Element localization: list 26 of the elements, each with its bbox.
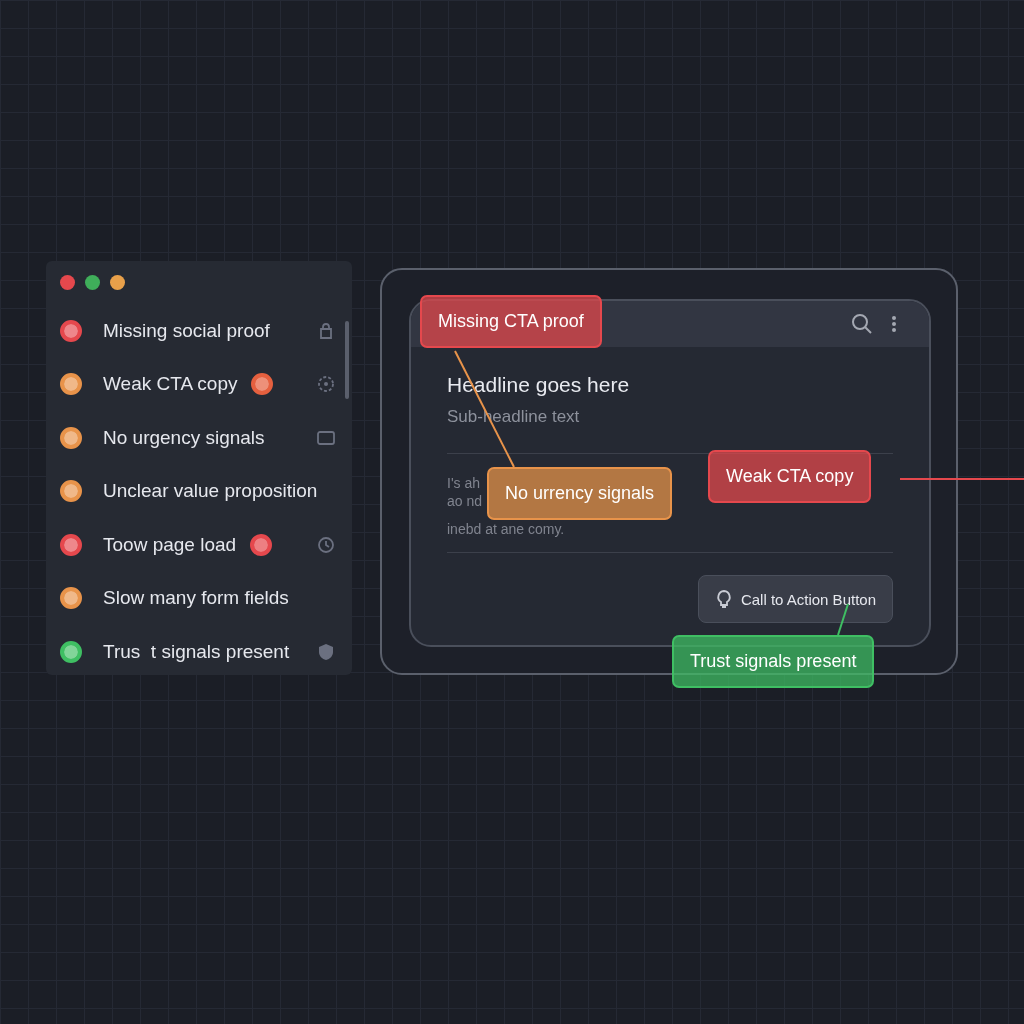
maximize-button[interactable] bbox=[85, 275, 100, 290]
annotation-label: No urrency signals bbox=[487, 467, 673, 520]
minimize-button[interactable] bbox=[110, 275, 125, 290]
annotation-label: Weak CTA copy bbox=[708, 450, 872, 503]
annotation-label: Trust signals present bbox=[672, 635, 875, 688]
shield-icon bbox=[316, 641, 336, 662]
issue-label[interactable]: Unclear value proposition bbox=[103, 480, 318, 503]
issue-label[interactable]: Toow page load bbox=[103, 533, 237, 556]
cta-button[interactable]: Call to Action Button bbox=[697, 575, 893, 623]
more-icon[interactable] bbox=[891, 315, 897, 333]
dashed-circle-icon bbox=[316, 374, 336, 395]
scrollbar[interactable] bbox=[345, 321, 349, 399]
issue-label[interactable]: No urgency signals bbox=[103, 426, 265, 449]
leader-line bbox=[837, 603, 849, 636]
search-icon[interactable] bbox=[851, 313, 873, 335]
issue-label[interactable]: Trus t signals present bbox=[103, 640, 290, 663]
issue-label[interactable]: Slow many form fields bbox=[103, 587, 289, 610]
lightbulb-icon bbox=[714, 589, 733, 609]
body-text: inebd at ane comy. bbox=[447, 520, 565, 538]
body-text: I's ah bbox=[447, 474, 481, 492]
clock-icon bbox=[316, 534, 336, 555]
body-text: ao nd bbox=[447, 492, 483, 510]
close-button[interactable] bbox=[60, 275, 75, 290]
annotation-label: Missing CTA proof bbox=[420, 295, 602, 348]
issue-label[interactable]: Missing social proof bbox=[103, 319, 270, 342]
issue-label[interactable]: Weak CTA copy bbox=[103, 373, 238, 396]
